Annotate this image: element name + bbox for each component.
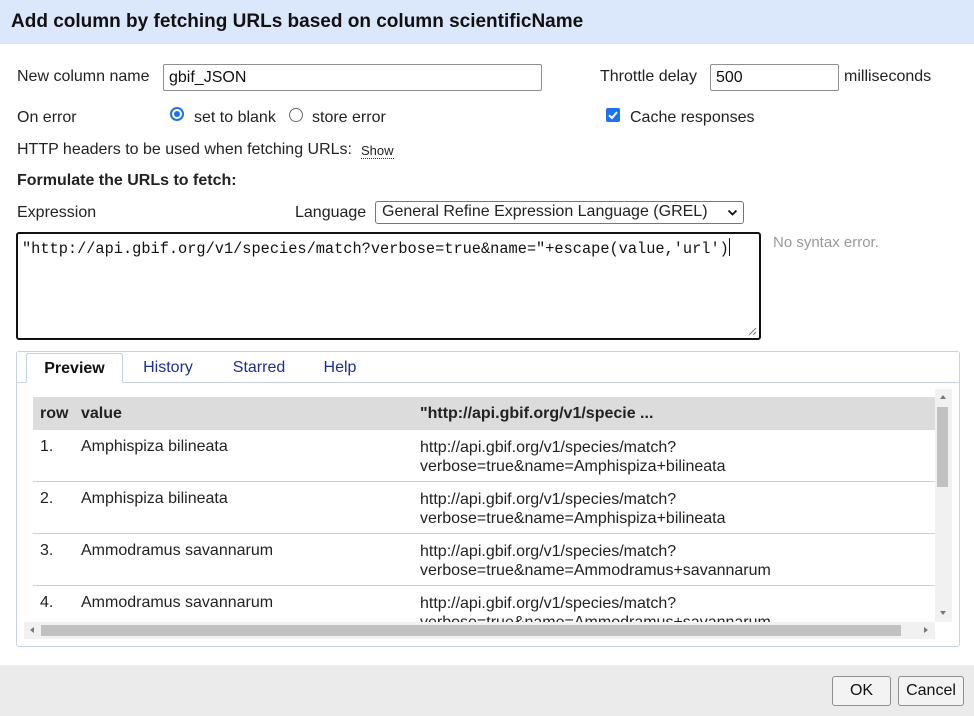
tab-starred[interactable]: Starred (221, 353, 297, 383)
dialog-footer (0, 665, 974, 716)
row-value: Ammodramus savannarum (81, 594, 274, 611)
row-value: Amphispiza bilineata (81, 438, 228, 455)
chevron-down-icon (727, 209, 738, 216)
row-value: Ammodramus savannarum (81, 542, 274, 559)
row-result: http://api.gbif.org/v1/species/match?ver… (420, 439, 726, 475)
row-result: http://api.gbif.org/v1/species/match?ver… (420, 595, 771, 622)
milliseconds-label: milliseconds (844, 68, 932, 85)
expression-label: Expression (17, 204, 97, 221)
row-result: http://api.gbif.org/v1/species/match?ver… (420, 543, 771, 579)
preview-table: row value "http://api.gbif.org/v1/specie… (33, 397, 935, 622)
store-error-label[interactable]: store error (312, 109, 386, 127)
language-select[interactable]: General Refine Expression Language (GREL… (375, 201, 744, 224)
resize-grip-icon[interactable] (747, 326, 757, 336)
row-number: 4. (40, 594, 54, 611)
scroll-up-icon[interactable] (939, 393, 947, 401)
tab-history[interactable]: History (131, 353, 205, 383)
vertical-scrollbar[interactable] (935, 389, 952, 622)
cache-responses-label[interactable]: Cache responses (630, 109, 755, 127)
scroll-left-icon[interactable] (28, 626, 36, 634)
language-select-value: General Refine Expression Language (GREL… (382, 203, 708, 220)
tab-preview[interactable]: Preview (26, 353, 123, 383)
table-row: 1. Amphispiza bilineata http://api.gbif.… (33, 430, 935, 482)
check-icon (608, 111, 618, 120)
table-header: row value "http://api.gbif.org/v1/specie… (33, 397, 935, 430)
dialog-title: Add column by fetching URLs based on col… (0, 0, 974, 44)
row-number: 1. (40, 438, 54, 455)
expression-text: "http://api.gbif.org/v1/species/match?ve… (22, 240, 729, 258)
syntax-status: No syntax error. (773, 234, 879, 251)
cache-responses-checkbox[interactable] (606, 108, 620, 122)
formulate-urls-heading: Formulate the URLs to fetch: (17, 172, 237, 189)
text-caret (728, 238, 730, 256)
http-headers-label: HTTP headers to be used when fetching UR… (17, 141, 352, 158)
new-column-label: New column name (17, 68, 150, 85)
throttle-delay-input[interactable] (710, 64, 839, 91)
table-row: 3. Ammodramus savannarum http://api.gbif… (33, 534, 935, 586)
scroll-down-icon[interactable] (939, 609, 947, 617)
horizontal-scrollbar[interactable] (24, 622, 935, 639)
expression-textarea[interactable]: "http://api.gbif.org/v1/species/match?ve… (16, 232, 761, 340)
set-to-blank-label[interactable]: set to blank (194, 109, 276, 127)
column-header-row: row (40, 405, 69, 422)
row-number: 2. (40, 490, 54, 507)
row-value: Amphispiza bilineata (81, 490, 228, 507)
on-error-label: On error (17, 109, 77, 126)
cancel-button[interactable]: Cancel (898, 676, 964, 706)
horizontal-scroll-thumb[interactable] (41, 625, 901, 636)
column-header-result: "http://api.gbif.org/v1/specie ... (420, 405, 654, 422)
set-to-blank-radio[interactable] (170, 107, 184, 121)
new-column-input[interactable] (163, 64, 542, 91)
language-label: Language (295, 204, 367, 221)
table-row: 4. Ammodramus savannarum http://api.gbif… (33, 586, 935, 622)
row-result: http://api.gbif.org/v1/species/match?ver… (420, 491, 726, 527)
ok-button[interactable]: OK (832, 676, 891, 706)
row-number: 3. (40, 542, 54, 559)
table-row: 2. Amphispiza bilineata http://api.gbif.… (33, 482, 935, 534)
scroll-right-icon[interactable] (922, 626, 930, 634)
show-headers-button[interactable]: Show (361, 143, 394, 159)
throttle-delay-label: Throttle delay (600, 68, 697, 85)
tab-help[interactable]: Help (313, 353, 367, 383)
column-header-value: value (81, 405, 122, 422)
store-error-radio[interactable] (289, 108, 303, 122)
vertical-scroll-thumb[interactable] (937, 407, 948, 487)
